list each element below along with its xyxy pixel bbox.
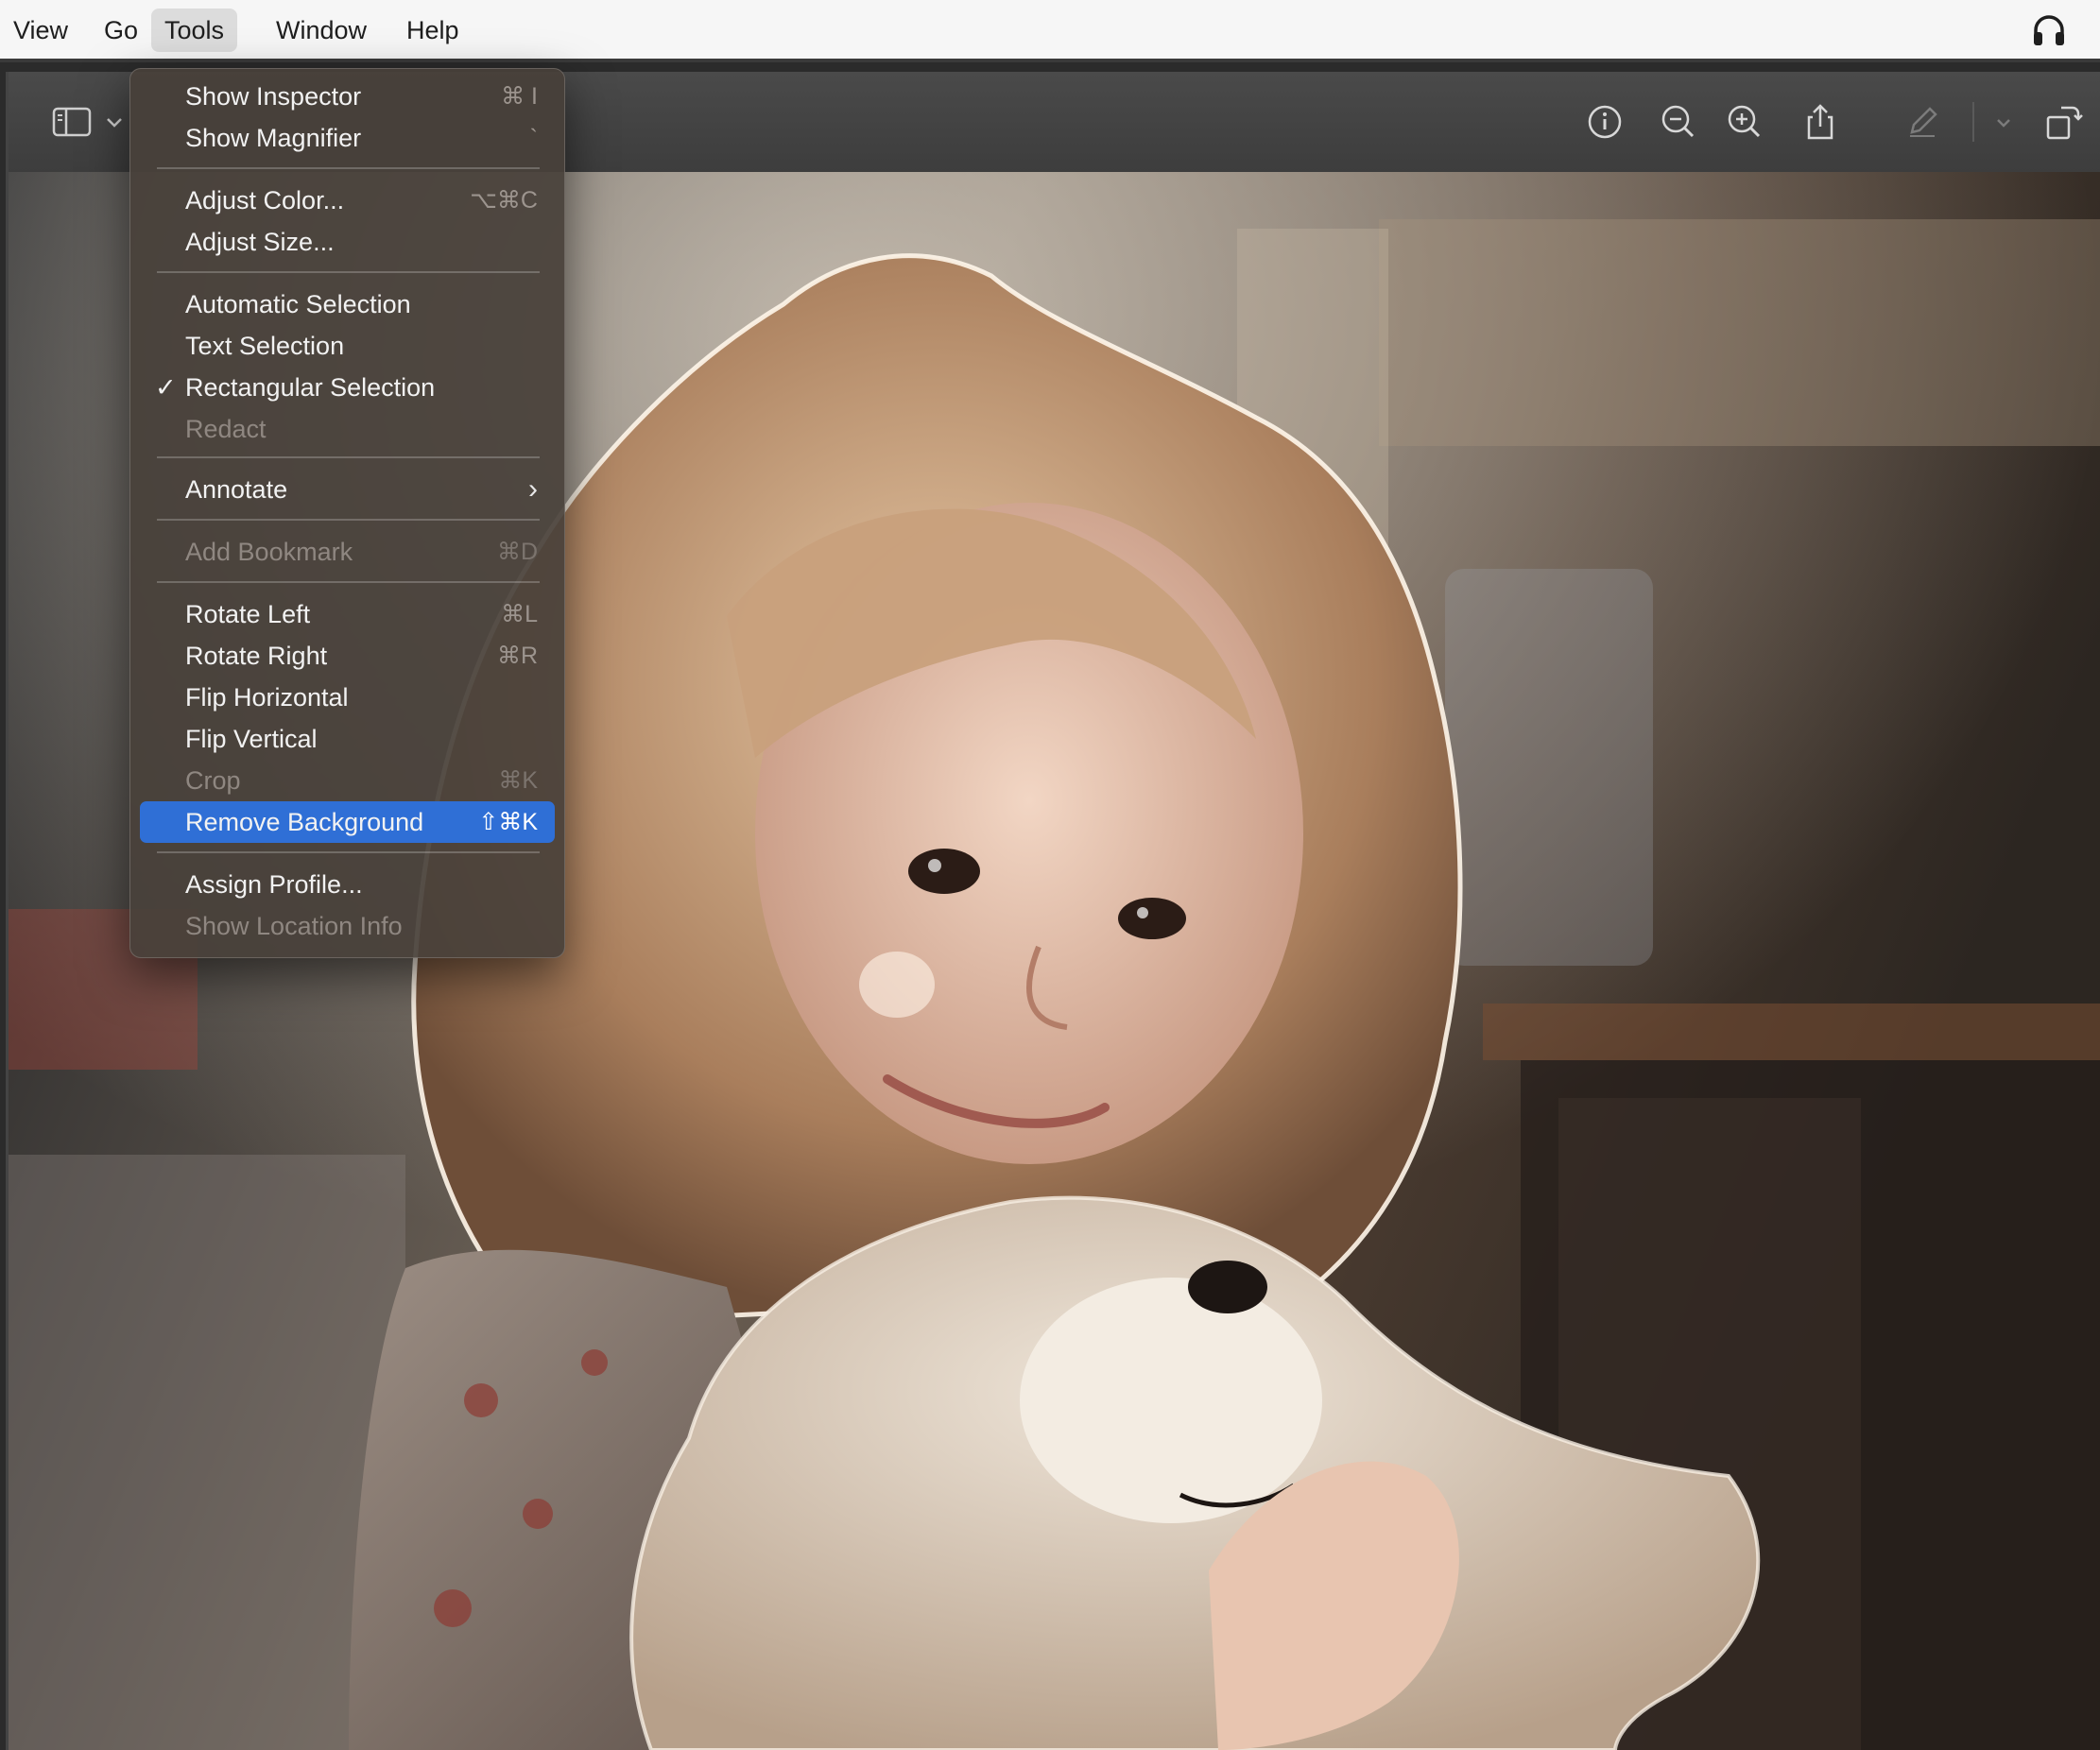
shortcut-label: ⌘ I: [501, 83, 538, 110]
zoom-in-icon[interactable]: [1721, 98, 1768, 146]
chevron-down-icon[interactable]: [1989, 98, 2018, 146]
toolbar-divider: [1972, 102, 1974, 142]
menu-item-text-selection[interactable]: Text Selection: [140, 325, 555, 367]
menu-separator: [157, 519, 540, 521]
markup-pen-icon[interactable]: [1899, 98, 1946, 146]
menu-item-automatic-selection[interactable]: Automatic Selection: [140, 283, 555, 325]
menu-help[interactable]: Help: [393, 9, 473, 52]
shortcut-label: ⌘R: [496, 643, 538, 669]
menu-item-crop: Crop ⌘K: [140, 760, 555, 801]
menu-separator: [157, 456, 540, 458]
menu-item-rotate-right[interactable]: Rotate Right ⌘R: [140, 635, 555, 677]
menu-bar: View Go Tools Window Help: [0, 0, 2100, 62]
chevron-right-icon: ›: [528, 473, 538, 505]
info-icon[interactable]: [1581, 98, 1628, 146]
menu-window[interactable]: Window: [263, 9, 380, 52]
shortcut-label: ⌘K: [498, 767, 538, 794]
menu-view[interactable]: View: [0, 9, 81, 52]
menu-item-flip-horizontal[interactable]: Flip Horizontal: [140, 677, 555, 718]
chevron-down-icon[interactable]: [101, 98, 128, 146]
screen: View Go Tools Window Help Show Inspector…: [0, 0, 2100, 1750]
menu-separator: [157, 167, 540, 169]
tools-menu: Show Inspector ⌘ I Show Magnifier ` Adju…: [129, 68, 565, 958]
menu-separator: [157, 271, 540, 273]
zoom-out-icon[interactable]: [1655, 98, 1702, 146]
menu-item-adjust-color[interactable]: Adjust Color... ⌥⌘C: [140, 180, 555, 221]
menu-separator: [157, 851, 540, 853]
shortcut-label: ⌥⌘C: [470, 187, 538, 214]
sidebar-icon[interactable]: [50, 98, 95, 146]
menu-item-redact: Redact: [185, 415, 267, 443]
menu-separator: [157, 581, 540, 583]
menu-item-rotate-left[interactable]: Rotate Left ⌘L: [140, 593, 555, 635]
menu-item-adjust-size[interactable]: Adjust Size...: [140, 221, 555, 263]
menu-tools[interactable]: Tools: [151, 9, 238, 52]
menu-item-show-magnifier[interactable]: Show Magnifier `: [140, 117, 555, 159]
menu-item-flip-vertical[interactable]: Flip Vertical: [140, 718, 555, 760]
shortcut-label: `: [529, 125, 538, 151]
menu-item-add-bookmark: Add Bookmark ⌘D: [140, 531, 555, 573]
shortcut-label: ⌘D: [496, 539, 538, 565]
menu-go[interactable]: Go: [91, 9, 151, 52]
menu-item-annotate[interactable]: Annotate ›: [140, 469, 555, 510]
share-icon[interactable]: [1797, 98, 1844, 146]
rotate-icon[interactable]: [2040, 98, 2088, 146]
headphones-icon[interactable]: [2028, 9, 2070, 51]
checkmark-icon: ✓: [155, 373, 177, 402]
shortcut-label: ⇧⌘K: [478, 809, 538, 835]
menu-item-show-location-info: Show Location Info: [185, 912, 403, 940]
menu-item-assign-profile[interactable]: Assign Profile...: [140, 864, 555, 905]
menu-item-remove-background[interactable]: Remove Background ⇧⌘K: [140, 801, 555, 843]
menu-item-rectangular-selection[interactable]: ✓ Rectangular Selection: [140, 367, 555, 408]
shortcut-label: ⌘L: [501, 601, 538, 627]
menu-item-show-inspector[interactable]: Show Inspector ⌘ I: [140, 76, 555, 117]
